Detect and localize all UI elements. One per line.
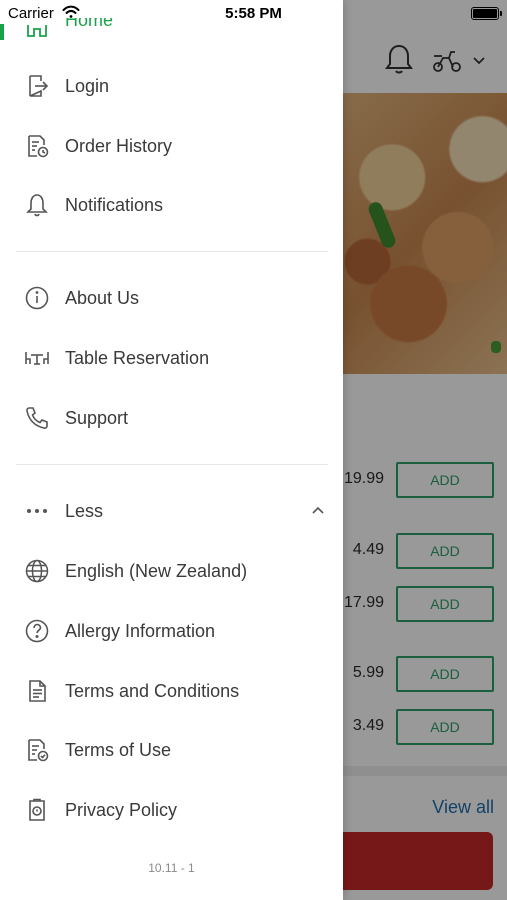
menu-item-label: Terms and Conditions [65, 680, 240, 701]
menu-item-table-reservation[interactable]: Table Reservation [0, 334, 343, 382]
menu-item-support[interactable]: Support [0, 394, 343, 442]
document-check-icon [24, 737, 50, 763]
menu-item-allergy-information[interactable]: Allergy Information [0, 607, 343, 655]
app-version: 10.11 - 1 [148, 861, 195, 875]
privacy-icon [24, 797, 50, 823]
menu-item-terms-of-use[interactable]: Terms of Use [0, 726, 343, 774]
menu-item-label: Less [65, 500, 104, 521]
menu-divider [16, 464, 328, 465]
bell-icon [24, 192, 50, 218]
menu-divider [16, 251, 328, 252]
battery-cap [500, 11, 502, 16]
menu-item-label: Terms of Use [65, 739, 172, 760]
menu-item-label: Privacy Policy [65, 799, 178, 820]
clock: 5:58 PM [225, 5, 282, 22]
menu-item-label: Notifications [65, 194, 164, 215]
more-less-toggle[interactable]: Less [0, 487, 343, 535]
menu-item-label: Login [65, 75, 110, 96]
globe-icon [24, 558, 50, 584]
login-icon [24, 73, 50, 99]
menu-item-label: Order History [65, 135, 173, 156]
menu-item-privacy-policy[interactable]: Privacy Policy [0, 786, 343, 834]
chevron-up-icon [312, 506, 324, 514]
ellipsis-icon [24, 498, 50, 524]
menu-item-order-history[interactable]: Order History [0, 122, 343, 170]
document-icon [24, 678, 50, 704]
order-history-icon [24, 133, 50, 159]
menu-item-label: About Us [65, 287, 140, 308]
question-icon [24, 618, 50, 644]
menu-item-notifications[interactable]: Notifications [0, 181, 343, 229]
info-icon [24, 285, 50, 311]
phone-icon [24, 405, 50, 431]
menu-item-label: English (New Zealand) [65, 560, 248, 581]
menu-item-label: Table Reservation [65, 347, 210, 368]
table-icon [24, 345, 50, 371]
battery-icon [471, 7, 499, 20]
app-screen: 19.99 ADD 4.49 ADD 17.99 ADD 5.99 ADD 3.… [0, 0, 507, 900]
menu-item-about-us[interactable]: About Us [0, 274, 343, 322]
menu-item-language[interactable]: English (New Zealand) [0, 547, 343, 595]
status-bar: Carrier 5:58 PM [0, 0, 507, 28]
drawer-overlay[interactable] [343, 0, 507, 900]
menu-item-terms-and-conditions[interactable]: Terms and Conditions [0, 667, 343, 715]
menu-item-label: Allergy Information [65, 620, 216, 641]
menu-item-label: Support [65, 407, 129, 428]
side-drawer: Home Login Order History Notifications A… [0, 0, 343, 900]
menu-item-login[interactable]: Login [0, 62, 343, 110]
